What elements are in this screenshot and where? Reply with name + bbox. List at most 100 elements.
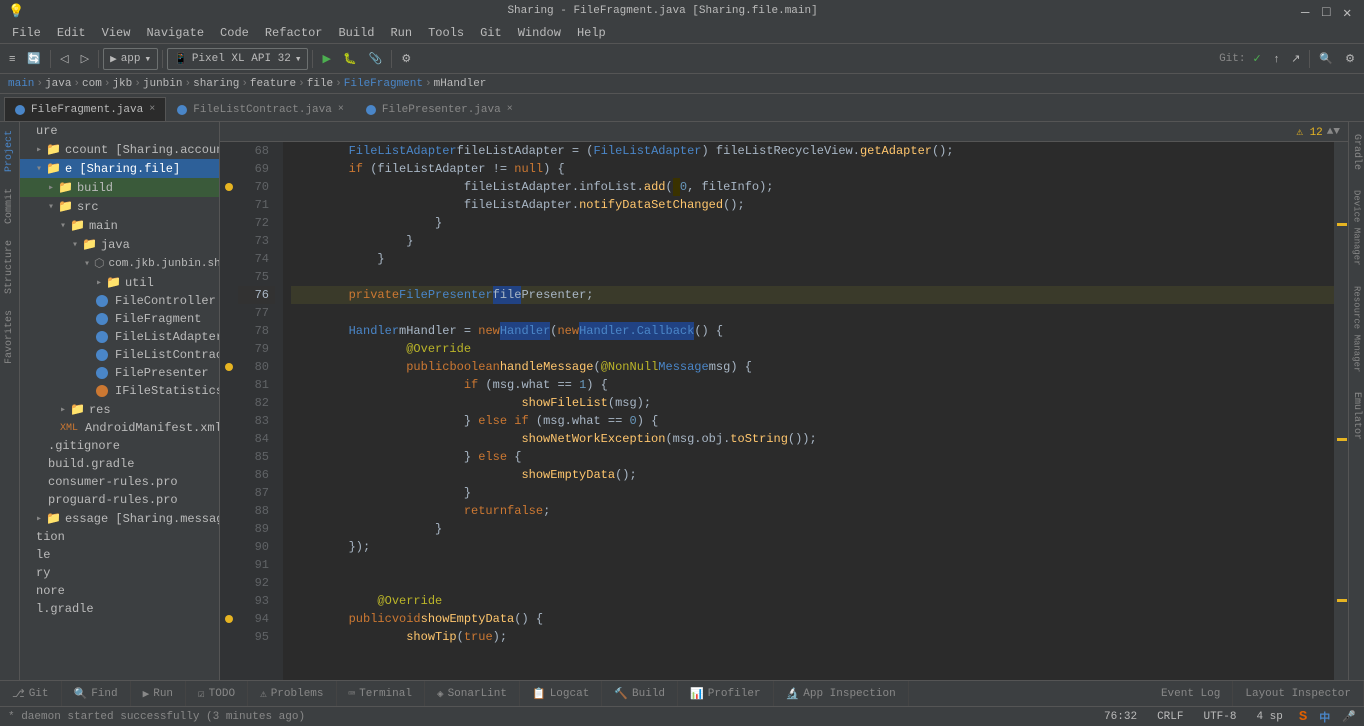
menu-run[interactable]: Run <box>382 24 420 42</box>
code-line[interactable]: } <box>291 250 1334 268</box>
bottom-tab-layout-inspector[interactable]: Layout Inspector <box>1233 681 1364 707</box>
right-tab-emulator[interactable]: Emulator <box>1349 384 1364 448</box>
right-tab-device-manager[interactable]: Device Manager <box>1350 182 1364 274</box>
run-button[interactable]: ▶ <box>317 48 335 70</box>
sidebar-item-build[interactable]: ▸ 📁 build <box>20 178 219 197</box>
sidebar-item-filefragment[interactable]: FileFragment <box>20 310 219 328</box>
code-line[interactable]: FileListAdapter fileListAdapter = (FileL… <box>291 142 1334 160</box>
code-line[interactable]: } <box>291 484 1334 502</box>
bottom-tab-logcat[interactable]: 📋 Logcat <box>520 681 602 707</box>
toolbar-back-btn[interactable]: ◁ <box>55 48 73 70</box>
menu-window[interactable]: Window <box>510 24 569 42</box>
tab-filefragment[interactable]: FileFragment.java × <box>4 97 166 121</box>
sidebar-item-util[interactable]: ▸ 📁 util <box>20 273 219 292</box>
bottom-tab-profiler[interactable]: 📊 Profiler <box>678 681 774 707</box>
bottom-tab-run[interactable]: ▶ Run <box>131 681 186 707</box>
code-line[interactable]: showNetWorkException(msg.obj.toString())… <box>291 430 1334 448</box>
bottom-tab-app-inspection[interactable]: 🔬 App Inspection <box>774 681 909 707</box>
sidebar-item-filepresenter[interactable]: FilePresenter <box>20 364 219 382</box>
menu-git[interactable]: Git <box>472 24 510 42</box>
code-line[interactable]: fileListAdapter.notifyDataSetChanged(); <box>291 196 1334 214</box>
code-line[interactable]: showTip(true); <box>291 628 1334 646</box>
menu-help[interactable]: Help <box>569 24 614 42</box>
sidebar-item-java[interactable]: ▾ 📁 java <box>20 235 219 254</box>
sidebar-item-ry[interactable]: ry <box>20 564 219 582</box>
toolbar-forward-btn[interactable]: ▷ <box>76 48 94 70</box>
sidebar-item-le[interactable]: le <box>20 546 219 564</box>
code-line[interactable] <box>291 268 1334 286</box>
menu-build[interactable]: Build <box>330 24 382 42</box>
code-line[interactable] <box>291 574 1334 592</box>
warning-nav-up[interactable]: ▲ <box>1327 126 1334 138</box>
sidebar-item-filelistcontract[interactable]: FileListContract <box>20 346 219 364</box>
tab-close-filepresenter[interactable]: × <box>507 104 513 115</box>
git-update-btn[interactable]: ↑ <box>1269 48 1285 70</box>
close-button[interactable]: ✕ <box>1343 5 1356 18</box>
sidebar-item-proguardrules[interactable]: proguard-rules.pro <box>20 491 219 509</box>
code-line[interactable]: public boolean handleMessage(@NonNull Me… <box>291 358 1334 376</box>
bottom-tab-find[interactable]: 🔍 Find <box>62 681 131 707</box>
device-selector[interactable]: 📱 Pixel XL API 32 ▾ <box>167 48 308 70</box>
bottom-tab-git[interactable]: ⎇ Git <box>0 681 62 707</box>
status-position[interactable]: 76:32 <box>1100 711 1141 723</box>
code-line[interactable]: showEmptyData(); <box>291 466 1334 484</box>
tab-close-filelistcontract[interactable]: × <box>338 104 344 115</box>
breadcrumb-item-jkb[interactable]: jkb <box>112 78 132 90</box>
code-line[interactable] <box>291 304 1334 322</box>
menu-file[interactable]: File <box>4 24 49 42</box>
sidebar-item-res[interactable]: ▸ 📁 res <box>20 400 219 419</box>
breadcrumb-item-filefragment[interactable]: FileFragment <box>344 78 423 90</box>
warning-nav-down[interactable]: ▼ <box>1333 126 1340 138</box>
search-everywhere-btn[interactable]: 🔍 <box>1314 48 1338 70</box>
sidebar-item-filecontroller[interactable]: FileController <box>20 292 219 310</box>
minimize-button[interactable]: — <box>1301 5 1314 18</box>
git-check-btn[interactable]: ✓ <box>1247 48 1266 70</box>
breadcrumb-item-java[interactable]: java <box>45 78 71 90</box>
right-tab-resource-manager[interactable]: Resource Manager <box>1350 278 1364 380</box>
git-push-btn[interactable]: ↗ <box>1286 48 1305 70</box>
sidebar-item-nore[interactable]: nore <box>20 582 219 600</box>
sidebar-item-message[interactable]: ▸ 📁 essage [Sharing.message] <box>20 509 219 528</box>
sidebar-item-lgradle[interactable]: l.gradle <box>20 600 219 618</box>
settings-btn[interactable]: ⚙ <box>1340 48 1360 70</box>
bottom-tab-todo[interactable]: ☑ TODO <box>186 681 248 707</box>
side-tab-commit[interactable]: Commit <box>2 180 17 232</box>
menu-navigate[interactable]: Navigate <box>138 24 212 42</box>
code-line[interactable]: } <box>291 214 1334 232</box>
menu-code[interactable]: Code <box>212 24 257 42</box>
sidebar-item-ifilestatistics[interactable]: IFileStatisticsImp <box>20 382 219 400</box>
breadcrumb-item-main[interactable]: main <box>8 78 34 90</box>
sidebar-item-main[interactable]: ▾ 📁 main <box>20 216 219 235</box>
side-tab-structure[interactable]: Structure <box>2 232 17 302</box>
code-line[interactable]: showFileList(msg); <box>291 394 1334 412</box>
menu-refactor[interactable]: Refactor <box>257 24 331 42</box>
sidebar-item-filelistadapter[interactable]: FileListAdapter <box>20 328 219 346</box>
attach-button[interactable]: 📎 <box>364 48 388 70</box>
code-line[interactable]: } else if (msg.what == 0) { <box>291 412 1334 430</box>
code-line[interactable]: if (msg.what == 1) { <box>291 376 1334 394</box>
code-line[interactable]: if (fileListAdapter != null) { <box>291 160 1334 178</box>
sidebar-item-gitignore[interactable]: .gitignore <box>20 437 219 455</box>
code-line[interactable]: } <box>291 232 1334 250</box>
code-line[interactable]: public void showEmptyData() { <box>291 610 1334 628</box>
code-line[interactable]: @Override <box>291 592 1334 610</box>
sidebar-item-ure[interactable]: ure <box>20 122 219 140</box>
side-tab-project[interactable]: Project <box>2 122 17 180</box>
tab-close-filefragment[interactable]: × <box>149 104 155 115</box>
bottom-tab-problems[interactable]: ⚠ Problems <box>248 681 336 707</box>
debug-button[interactable]: 🐛 <box>338 48 362 70</box>
code-line[interactable] <box>291 556 1334 574</box>
sidebar-item-package[interactable]: ▾ ⬡ com.jkb.junbin.shar... <box>20 254 219 273</box>
sidebar-item-tion[interactable]: tion <box>20 528 219 546</box>
app-selector[interactable]: ▶ app ▾ <box>103 48 158 70</box>
breadcrumb-item-com[interactable]: com <box>82 78 102 90</box>
sidebar-item-file[interactable]: ▾ 📁 e [Sharing.file] <box>20 159 219 178</box>
menu-tools[interactable]: Tools <box>420 24 472 42</box>
code-line[interactable]: @Override <box>291 340 1334 358</box>
code-editor[interactable]: FileListAdapter fileListAdapter = (FileL… <box>283 142 1334 680</box>
menu-view[interactable]: View <box>94 24 139 42</box>
sidebar-item-account[interactable]: ▸ 📁 ccount [Sharing.account] <box>20 140 219 159</box>
menu-edit[interactable]: Edit <box>49 24 94 42</box>
code-line[interactable]: fileListAdapter.infoList.add( 0, fileInf… <box>291 178 1334 196</box>
bottom-tab-build[interactable]: 🔨 Build <box>602 681 678 707</box>
